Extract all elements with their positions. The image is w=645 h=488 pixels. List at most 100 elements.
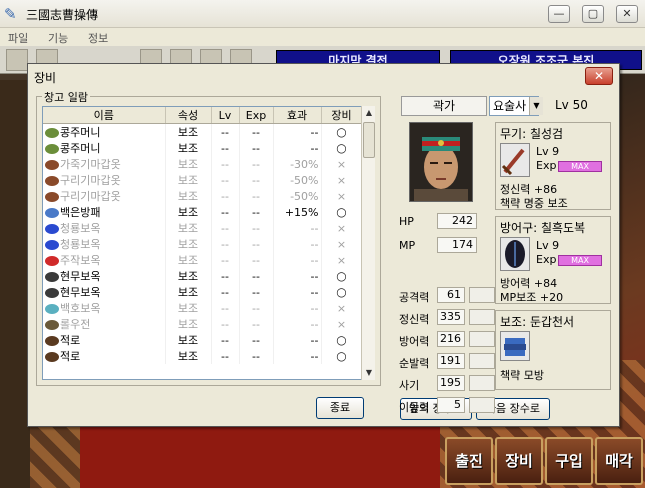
item-effect-cell: -50% bbox=[273, 188, 322, 204]
col-exp[interactable]: Exp bbox=[239, 107, 274, 124]
table-row[interactable]: 주작보옥 보조 -- -- -- × bbox=[43, 252, 363, 268]
item-equip-cell: ○ bbox=[321, 332, 363, 348]
item-attr-cell: 보조 bbox=[165, 332, 212, 348]
table-row[interactable]: 적로 보조 -- -- -- ○ bbox=[43, 332, 363, 348]
item-exp-cell: -- bbox=[239, 284, 274, 300]
scroll-up-arrow[interactable]: ▲ bbox=[362, 106, 376, 120]
officer-name: 곽가 bbox=[401, 96, 487, 116]
table-row[interactable]: 백은방패 보조 -- -- +15% ○ bbox=[43, 204, 363, 220]
item-exp-cell: -- bbox=[239, 268, 274, 284]
close-button[interactable]: 종료 bbox=[316, 397, 364, 419]
item-icon bbox=[45, 160, 59, 170]
equip-button[interactable]: 장비 bbox=[495, 437, 543, 485]
item-exp-cell: -- bbox=[239, 220, 274, 236]
item-exp-cell: -- bbox=[239, 188, 274, 204]
ability-row: 이동력 5 bbox=[399, 396, 495, 416]
auxiliary-box[interactable]: 보조: 둔갑천서 책략 모방 bbox=[495, 310, 611, 390]
item-exp-cell: -- bbox=[239, 204, 274, 220]
item-equip-cell: × bbox=[321, 156, 363, 172]
ability-label: 이동력 bbox=[399, 401, 430, 414]
item-attr-cell: 보조 bbox=[165, 284, 212, 300]
item-equip-cell: × bbox=[321, 252, 363, 268]
item-lv-cell: -- bbox=[211, 188, 240, 204]
item-attr-cell: 보조 bbox=[165, 188, 212, 204]
buy-button[interactable]: 구입 bbox=[545, 437, 593, 485]
minimize-button[interactable]: — bbox=[548, 5, 570, 23]
item-name-cell: 청룡보옥 bbox=[43, 220, 166, 236]
table-row[interactable]: 현무보옥 보조 -- -- -- ○ bbox=[43, 284, 363, 300]
table-header: 이름 속성 Lv Exp 효과 장비 bbox=[43, 107, 363, 124]
menu-function[interactable]: 기능 bbox=[48, 30, 68, 46]
table-row[interactable]: 구리기마갑옷 보조 -- -- -50% × bbox=[43, 188, 363, 204]
table-row[interactable]: 청룡보옥 보조 -- -- -- × bbox=[43, 236, 363, 252]
table-row[interactable]: 콩주머니 보조 -- -- -- ○ bbox=[43, 123, 363, 140]
item-equip-cell: ○ bbox=[321, 204, 363, 220]
item-attr-cell: 보조 bbox=[165, 348, 212, 364]
menu-bar: 파일 기능 정보 bbox=[0, 28, 645, 46]
book-icon bbox=[500, 331, 530, 361]
item-lv-cell: -- bbox=[211, 300, 240, 316]
item-icon bbox=[45, 240, 59, 250]
ability-bar bbox=[469, 375, 495, 391]
item-name-cell: 주작보옥 bbox=[43, 252, 166, 268]
item-exp-cell: -- bbox=[239, 252, 274, 268]
item-equip-cell: ○ bbox=[321, 123, 363, 140]
item-name-cell: 현무보옥 bbox=[43, 284, 166, 300]
title-bar: ✎ 三國志曹操傳 — ▢ ✕ bbox=[0, 0, 645, 28]
table-row[interactable]: 백호보옥 보조 -- -- -- × bbox=[43, 300, 363, 316]
maximize-button[interactable]: ▢ bbox=[582, 5, 604, 23]
weapon-title: 무기: 칠성검 bbox=[500, 127, 564, 141]
sword-icon bbox=[500, 143, 530, 177]
sortie-button[interactable]: 출진 bbox=[445, 437, 493, 485]
item-equip-cell: × bbox=[321, 220, 363, 236]
table-row[interactable]: 적로 보조 -- -- -- ○ bbox=[43, 348, 363, 364]
armor-level: Lv 9 bbox=[536, 239, 560, 252]
item-equip-cell: × bbox=[321, 236, 363, 252]
chevron-down-icon[interactable]: ▼ bbox=[529, 97, 543, 115]
item-equip-cell: ○ bbox=[321, 284, 363, 300]
item-lv-cell: -- bbox=[211, 204, 240, 220]
castle-icon[interactable] bbox=[6, 49, 28, 71]
item-lv-cell: -- bbox=[211, 268, 240, 284]
item-attr-cell: 보조 bbox=[165, 300, 212, 316]
ability-row: 순발력 191 bbox=[399, 352, 495, 372]
item-name-cell: 적로 bbox=[43, 348, 166, 364]
item-icon bbox=[45, 272, 59, 282]
ability-value: 61 bbox=[437, 287, 465, 303]
table-row[interactable]: 가죽기마갑옷 보조 -- -- -30% × bbox=[43, 156, 363, 172]
sell-button[interactable]: 매각 bbox=[595, 437, 643, 485]
table-row[interactable]: 콩주머니 보조 -- -- -- ○ bbox=[43, 140, 363, 156]
table-row[interactable]: 구리기마갑옷 보조 -- -- -50% × bbox=[43, 172, 363, 188]
weapon-level: Lv 9 bbox=[536, 145, 560, 158]
dialog-close-button[interactable]: ✕ bbox=[585, 67, 613, 85]
ability-value: 191 bbox=[437, 353, 465, 369]
col-attr[interactable]: 속성 bbox=[165, 107, 212, 124]
item-exp-cell: -- bbox=[239, 236, 274, 252]
item-equip-cell: ○ bbox=[321, 268, 363, 284]
item-equip-cell: × bbox=[321, 188, 363, 204]
auxiliary-title: 보조: 둔갑천서 bbox=[500, 315, 575, 329]
item-lv-cell: -- bbox=[211, 332, 240, 348]
armor-box[interactable]: 방어구: 칠흑도복 Lv 9 Exp MAX 방어력 +84 MP보조 +20 bbox=[495, 216, 611, 304]
storage-list[interactable]: 이름 속성 Lv Exp 효과 장비 콩주머니 보조 -- -- -- ○ 콩주머니 보조 --… bbox=[42, 106, 375, 380]
table-row[interactable]: 롤우전 보조 -- -- -- × bbox=[43, 316, 363, 332]
item-lv-cell: -- bbox=[211, 140, 240, 156]
col-effect[interactable]: 효과 bbox=[273, 107, 322, 124]
item-name-cell: 롤우전 bbox=[43, 316, 166, 332]
col-name[interactable]: 이름 bbox=[43, 107, 166, 124]
item-attr-cell: 보조 bbox=[165, 252, 212, 268]
col-lv[interactable]: Lv bbox=[211, 107, 240, 124]
scroll-thumb[interactable] bbox=[363, 122, 375, 158]
menu-info[interactable]: 정보 bbox=[88, 30, 108, 46]
table-row[interactable]: 현무보옥 보조 -- -- -- ○ bbox=[43, 268, 363, 284]
close-window-button[interactable]: ✕ bbox=[616, 5, 638, 23]
menu-file[interactable]: 파일 bbox=[8, 30, 28, 46]
item-icon bbox=[45, 144, 59, 154]
weapon-box[interactable]: 무기: 칠성검 Lv 9 Exp MAX 정신력 +86 책략 명중 보조 bbox=[495, 122, 611, 210]
col-equip[interactable]: 장비 bbox=[321, 107, 363, 124]
scroll-down-arrow[interactable]: ▼ bbox=[362, 366, 376, 380]
table-row[interactable]: 청룡보옥 보조 -- -- -- × bbox=[43, 220, 363, 236]
item-effect-cell: -- bbox=[273, 316, 322, 332]
list-scrollbar[interactable]: ▲ ▼ bbox=[361, 106, 375, 380]
weapon-effect-line: 책략 명중 보조 bbox=[500, 197, 568, 210]
